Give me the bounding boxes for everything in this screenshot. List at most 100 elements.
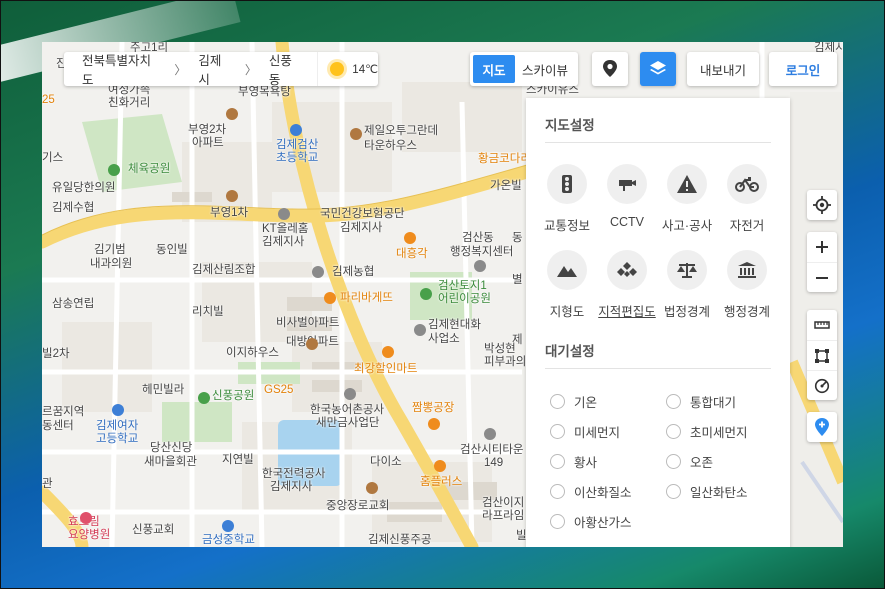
radio-button[interactable]	[666, 484, 681, 499]
poi-marker[interactable]	[226, 190, 238, 202]
map-label: 김제농협	[332, 266, 375, 278]
shopping-icon[interactable]	[434, 460, 446, 472]
area-tool-button[interactable]	[807, 340, 837, 370]
map-label: 제	[512, 334, 523, 346]
school-icon[interactable]	[222, 520, 234, 532]
poi-marker[interactable]	[312, 266, 324, 278]
layer-admin-boundary[interactable]: 행정경계	[714, 250, 780, 320]
add-marker-button[interactable]	[807, 412, 837, 442]
map-label: 검산동	[462, 232, 494, 244]
plus-icon	[816, 241, 828, 253]
zoom-in-button[interactable]	[807, 232, 837, 262]
school-icon[interactable]	[112, 404, 124, 416]
map-label: 가온빌	[490, 180, 522, 192]
zoom-control	[807, 232, 837, 292]
map-label: 대흥각	[396, 248, 428, 260]
radio-so2[interactable]: 아황산가스	[550, 512, 632, 531]
restaurant-icon[interactable]	[428, 418, 440, 430]
map-label: 김제지사	[270, 481, 313, 493]
park-icon[interactable]	[108, 164, 120, 176]
export-button[interactable]: 내보내기	[687, 52, 759, 86]
map-label: 최강할인마트	[354, 363, 418, 375]
map-label: 파리바게뜨	[340, 292, 393, 304]
map-label: 기스	[42, 152, 64, 164]
layer-cctv[interactable]: CCTV	[594, 164, 660, 229]
map-label: 다이소	[370, 456, 402, 468]
layer-terrain[interactable]: 지형도	[534, 250, 600, 320]
shopping-icon[interactable]	[382, 346, 394, 358]
map-view[interactable]: 주고1리 여성가족 친화거리 부영목욕탕 부영2차 아파트 김제검산 초등학교 …	[42, 42, 843, 547]
map-label: 별	[512, 274, 523, 286]
poi-marker[interactable]	[366, 482, 378, 494]
blue-pin-icon	[815, 418, 829, 436]
park-icon[interactable]	[198, 392, 210, 404]
layer-traffic[interactable]: 교통정보	[534, 164, 600, 234]
map-label: 149	[484, 457, 504, 469]
temperature-text: 14℃	[352, 64, 379, 76]
map-button[interactable]: 지도	[473, 55, 515, 83]
login-button[interactable]: 로그인	[769, 52, 837, 86]
poi-marker[interactable]	[306, 338, 318, 350]
layer-bicycle[interactable]: 자전거	[714, 164, 780, 234]
map-label: 김제신풍주공	[368, 534, 432, 546]
radio-button[interactable]	[550, 424, 565, 439]
layer-legal-boundary[interactable]: 법정경계	[654, 250, 720, 320]
poi-marker[interactable]	[278, 208, 290, 220]
breadcrumb-city[interactable]: 김제시	[198, 50, 232, 88]
map-label: 김제검산	[276, 139, 319, 151]
breadcrumb-district[interactable]: 신풍동	[269, 50, 303, 88]
radio-button[interactable]	[550, 454, 565, 469]
layer-accident[interactable]: 사고·공사	[654, 164, 720, 234]
school-icon[interactable]	[290, 124, 302, 136]
park-icon[interactable]	[420, 288, 432, 300]
poi-marker[interactable]	[484, 428, 496, 440]
poi-marker[interactable]	[350, 128, 362, 140]
poi-marker[interactable]	[226, 108, 238, 120]
breadcrumb-province[interactable]: 전북특별자치도	[82, 50, 162, 88]
radio-co[interactable]: 일산화탄소	[666, 482, 748, 501]
map-label: 김기범	[94, 244, 126, 256]
map-label: 초등학교	[276, 152, 319, 164]
hospital-icon[interactable]	[80, 512, 92, 524]
radio-integrated-air[interactable]: 통합대기	[666, 392, 736, 411]
poi-marker[interactable]	[474, 260, 486, 272]
radio-button[interactable]	[550, 484, 565, 499]
poi-marker[interactable]	[414, 324, 426, 336]
radio-yellow-dust[interactable]: 황사	[550, 452, 597, 471]
weather-widget[interactable]: 14℃	[317, 52, 378, 86]
radio-button[interactable]	[666, 424, 681, 439]
skyview-button[interactable]: 스카이뷰	[515, 55, 575, 83]
restaurant-icon[interactable]	[404, 232, 416, 244]
poi-marker[interactable]	[344, 388, 356, 400]
radio-label: 미세먼지	[574, 426, 621, 440]
radio-ultrafine-dust[interactable]: 초미세먼지	[666, 422, 748, 441]
map-label: 한국전력공사	[262, 468, 326, 480]
zoom-out-button[interactable]	[807, 262, 837, 292]
radio-no2[interactable]: 이산화질소	[550, 482, 632, 501]
radio-button[interactable]	[550, 514, 565, 529]
layers-button[interactable]	[640, 52, 676, 86]
radio-button[interactable]	[666, 454, 681, 469]
map-label: 동인빌	[156, 244, 188, 256]
radio-ozone[interactable]: 오존	[666, 452, 713, 471]
current-location-button[interactable]	[807, 190, 837, 220]
map-label: 유일당한의원	[52, 182, 116, 194]
radio-fine-dust[interactable]: 미세먼지	[550, 422, 620, 441]
map-settings-title: 지도설정	[545, 118, 595, 133]
layer-cadastral[interactable]: 지적편집도	[594, 250, 660, 320]
radio-temperature[interactable]: 기온	[550, 392, 597, 411]
divider	[545, 368, 771, 369]
distance-tool-button[interactable]	[807, 310, 837, 340]
radio-button[interactable]	[550, 394, 565, 409]
street-view-button[interactable]	[592, 52, 628, 86]
sun-icon	[330, 62, 345, 76]
radius-tool-button[interactable]	[807, 370, 837, 400]
map-label: 김제지사	[340, 222, 383, 234]
layer-label: CCTV	[609, 215, 645, 229]
layer-label: 교통정보	[543, 219, 590, 233]
bakery-icon[interactable]	[324, 292, 336, 304]
layer-label: 지형도	[549, 305, 585, 319]
radio-button[interactable]	[666, 394, 681, 409]
map-label: 내과의원	[90, 258, 133, 270]
map-label: 검산토지1	[438, 280, 487, 292]
